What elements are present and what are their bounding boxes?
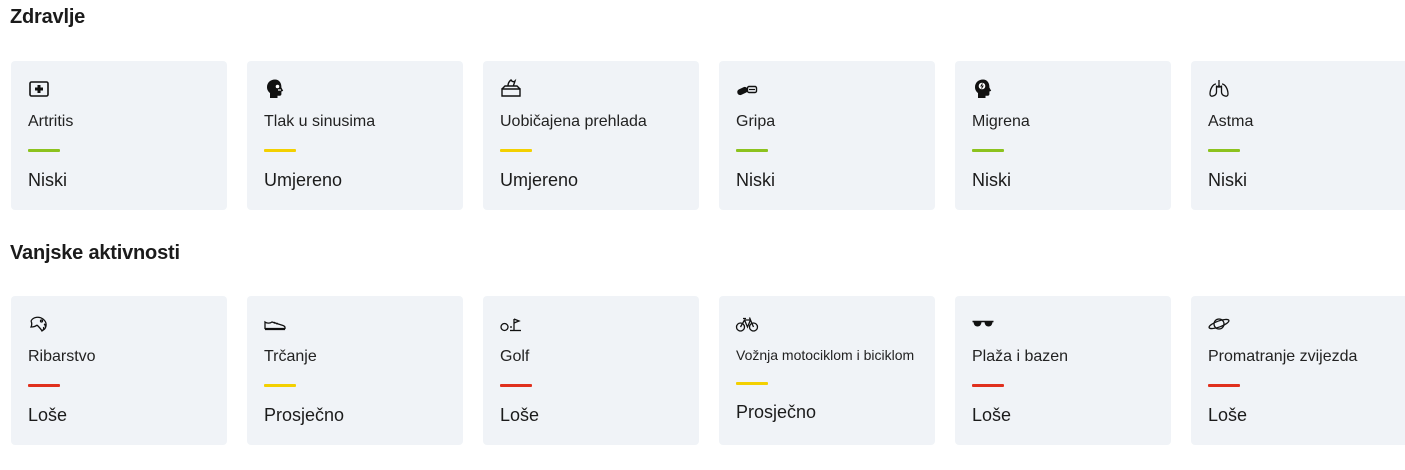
card-fishing[interactable]: Ribarstvo Loše [11, 296, 227, 445]
card-level: Umjereno [500, 170, 579, 190]
card-level: Loše [28, 405, 68, 425]
lungs-icon [1207, 77, 1231, 101]
card-label: Vožnja motociklom i biciklom [736, 347, 915, 363]
card-label: Astma [1208, 113, 1254, 130]
bicycle-icon [735, 312, 759, 336]
card-level: Umjereno [264, 170, 343, 190]
card-level: Loše [972, 405, 1012, 425]
pills-icon [735, 77, 759, 101]
card-level: Prosječno [264, 405, 345, 425]
level-indicator-bar [736, 149, 768, 152]
card-level: Loše [500, 405, 540, 425]
level-indicator-bar [1208, 384, 1240, 387]
outdoor-cards-row: Ribarstvo Loše Trčanje Prosječno Golf Lo… [11, 296, 1405, 445]
card-label: Promatranje zvijezda [1208, 348, 1358, 365]
head-migraine-icon [971, 77, 995, 101]
card-level: Niski [1208, 170, 1247, 190]
fish-icon [27, 312, 51, 336]
card-level: Niski [736, 170, 775, 190]
health-cards-row: Artritis Niski Tlak u sinusima Umjereno … [11, 61, 1405, 210]
card-asthma[interactable]: Astma Niski [1191, 61, 1405, 210]
card-label: Migrena [972, 113, 1030, 130]
card-sinus-pressure[interactable]: Tlak u sinusima Umjereno [247, 61, 463, 210]
level-indicator-bar [1208, 149, 1240, 152]
level-indicator-bar [972, 384, 1004, 387]
sunglasses-icon [971, 312, 995, 336]
card-cycling[interactable]: Vožnja motociklom i biciklom Prosječno [719, 296, 935, 445]
card-running[interactable]: Trčanje Prosječno [247, 296, 463, 445]
card-migraine[interactable]: Migrena Niski [955, 61, 1171, 210]
level-indicator-bar [28, 149, 60, 152]
card-label: Tlak u sinusima [264, 113, 376, 130]
level-indicator-bar [500, 384, 532, 387]
planet-icon [1207, 312, 1231, 336]
card-label: Plaža i bazen [972, 348, 1069, 365]
first-aid-icon [27, 77, 51, 101]
card-golf[interactable]: Golf Loše [483, 296, 699, 445]
card-beach-pool[interactable]: Plaža i bazen Loše [955, 296, 1171, 445]
running-shoe-icon [263, 312, 287, 336]
tissue-box-icon [499, 77, 523, 101]
level-indicator-bar [264, 384, 296, 387]
card-label: Golf [500, 348, 530, 365]
card-label: Uobičajena prehlada [500, 113, 647, 130]
card-label: Gripa [736, 113, 776, 130]
section-title-health: Zdravlje [10, 6, 86, 28]
level-indicator-bar [500, 149, 532, 152]
level-indicator-bar [736, 382, 768, 385]
card-flu[interactable]: Gripa Niski [719, 61, 935, 210]
card-level: Prosječno [736, 402, 817, 422]
card-level: Loše [1208, 405, 1248, 425]
card-level: Niski [972, 170, 1011, 190]
head-sinus-icon [263, 77, 287, 101]
card-level: Niski [28, 170, 67, 190]
golf-icon [499, 312, 523, 336]
card-label: Trčanje [264, 348, 317, 365]
card-stargazing[interactable]: Promatranje zvijezda Loše [1191, 296, 1405, 445]
card-arthritis[interactable]: Artritis Niski [11, 61, 227, 210]
card-label: Artritis [28, 113, 74, 130]
section-title-outdoor: Vanjske aktivnosti [10, 242, 180, 264]
level-indicator-bar [972, 149, 1004, 152]
card-common-cold[interactable]: Uobičajena prehlada Umjereno [483, 61, 699, 210]
card-label: Ribarstvo [28, 348, 96, 365]
level-indicator-bar [28, 384, 60, 387]
level-indicator-bar [264, 149, 296, 152]
